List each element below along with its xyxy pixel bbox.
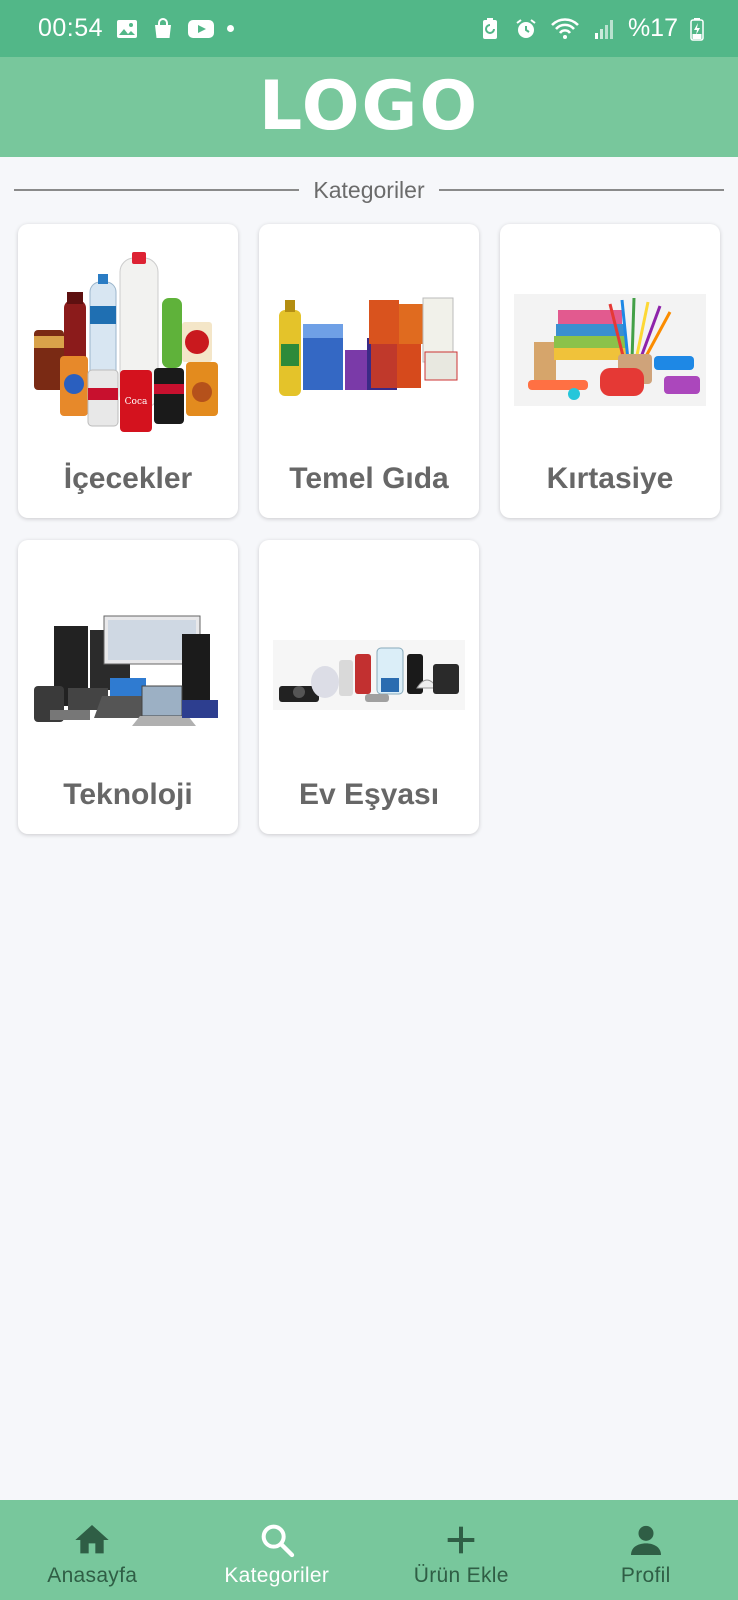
category-label: Kırtasiye	[546, 462, 674, 495]
svg-text:Coca: Coca	[125, 397, 148, 407]
technology-image	[32, 568, 224, 758]
home-icon	[70, 1518, 114, 1562]
search-icon	[255, 1518, 299, 1562]
category-card-icecekler[interactable]: Coca İçecekler	[18, 224, 238, 518]
category-grid: Coca İçecekler Temel Gıda Kırtasiye Tekn…	[18, 224, 721, 834]
nav-label: Profil	[620, 1564, 671, 1587]
stationery-image	[514, 252, 706, 442]
battery-charging-icon	[690, 17, 704, 41]
youtube-icon	[187, 17, 215, 41]
alarm-icon	[514, 17, 538, 41]
category-card-temel-gida[interactable]: Temel Gıda	[259, 224, 479, 518]
home-appliances-image	[273, 568, 465, 758]
app-header: LOGO	[0, 57, 738, 157]
section-header: Kategoriler	[14, 172, 725, 208]
status-left: 00:54	[38, 14, 235, 43]
person-icon	[624, 1518, 668, 1562]
staple-food-image	[273, 252, 465, 442]
battery-percent: %17	[627, 14, 678, 42]
category-card-teknoloji[interactable]: Teknoloji	[18, 540, 238, 834]
nav-item-anasayfa[interactable]: Anasayfa	[0, 1512, 184, 1588]
status-bar: 00:54 %17	[0, 0, 738, 57]
bottom-nav: Anasayfa Kategoriler Ürün Ekle Profil	[0, 1500, 738, 1600]
section-title: Kategoriler	[313, 176, 425, 203]
image-icon	[115, 17, 139, 41]
nav-item-kategoriler[interactable]: Kategoriler	[185, 1512, 369, 1588]
divider-right	[438, 189, 725, 191]
category-label: Temel Gıda	[289, 462, 449, 495]
battery-saver-icon	[478, 17, 502, 41]
shopping-bag-icon	[151, 17, 175, 41]
nav-label: Ürün Ekle	[413, 1564, 509, 1587]
notification-dot-icon	[227, 25, 235, 32]
category-label: İçecekler	[63, 462, 193, 495]
nav-label: Kategoriler	[224, 1564, 330, 1587]
divider-left	[14, 189, 300, 191]
plus-icon	[439, 1518, 483, 1562]
nav-label: Anasayfa	[47, 1564, 138, 1587]
signal-icon	[592, 17, 616, 41]
status-right: %17	[478, 14, 704, 43]
wifi-icon	[550, 17, 580, 41]
category-label: Ev Eşyası	[298, 778, 440, 811]
status-time: 00:54	[38, 14, 104, 42]
category-card-kirtasiye[interactable]: Kırtasiye	[500, 224, 720, 518]
nav-item-urun-ekle[interactable]: Ürün Ekle	[369, 1512, 553, 1588]
app-logo: LOGO	[258, 67, 480, 146]
beverages-image: Coca	[32, 252, 224, 442]
category-card-ev-esyasi[interactable]: Ev Eşyası	[259, 540, 479, 834]
category-label: Teknoloji	[63, 778, 193, 811]
nav-item-profil[interactable]: Profil	[554, 1512, 738, 1588]
